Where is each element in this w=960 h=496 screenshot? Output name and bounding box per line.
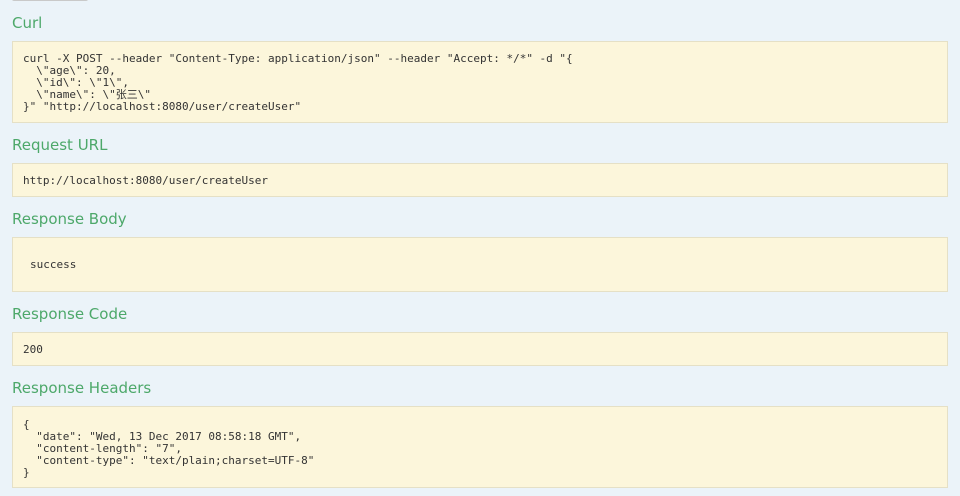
- request-url-heading: Request URL: [12, 136, 108, 154]
- top-section-divider: [12, 0, 88, 1]
- response-body-text[interactable]: success: [30, 258, 76, 271]
- request-url-block[interactable]: http://localhost:8080/user/createUser: [12, 163, 948, 197]
- response-code-text[interactable]: 200: [23, 343, 43, 356]
- response-headers-heading: Response Headers: [12, 379, 152, 397]
- curl-heading: Curl: [12, 14, 43, 32]
- response-code-block[interactable]: 200: [12, 332, 948, 366]
- response-headers-block[interactable]: { "date": "Wed, 13 Dec 2017 08:58:18 GMT…: [12, 406, 948, 488]
- curl-command-block[interactable]: curl -X POST --header "Content-Type: app…: [12, 41, 948, 123]
- response-code-heading: Response Code: [12, 305, 128, 323]
- response-body-heading: Response Body: [12, 210, 127, 228]
- response-body-block[interactable]: success: [12, 237, 948, 292]
- request-url-text[interactable]: http://localhost:8080/user/createUser: [23, 174, 268, 187]
